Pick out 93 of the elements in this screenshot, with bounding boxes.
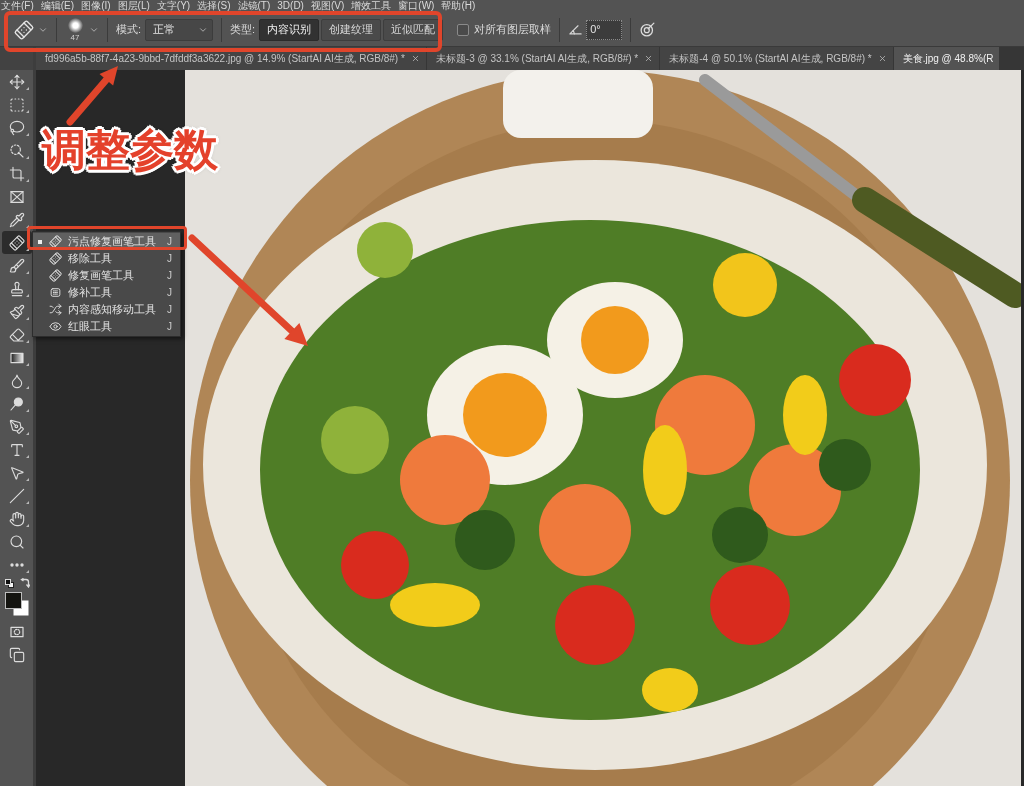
corner-triangle-icon [25, 455, 29, 458]
eyedropper-icon [8, 211, 25, 228]
corner-triangle-icon [25, 179, 29, 182]
corner-triangle-icon [25, 501, 29, 504]
angle-icon [568, 22, 584, 37]
swap-arrow-icon[interactable] [19, 578, 30, 588]
type-label: 类型: [230, 22, 256, 38]
hand-icon [8, 510, 25, 527]
patch-icon [49, 286, 62, 299]
type-icon [8, 441, 25, 458]
menu-item[interactable]: 图层(L) [117, 0, 150, 11]
corner-triangle-icon [25, 524, 29, 527]
pen-nib-icon [8, 418, 25, 435]
bandage-icon [46, 266, 65, 285]
corner-triangle-icon [25, 363, 29, 366]
corner-triangle-icon [25, 271, 29, 274]
segmented-button[interactable]: 内容识别 [259, 18, 320, 41]
menu-item[interactable]: 修复画笔工具 J [33, 267, 180, 284]
corner-triangle-icon [25, 432, 29, 435]
corner-triangle-icon [25, 87, 29, 90]
bandage-icon [46, 249, 65, 268]
segmented-button[interactable]: 创建纹理 [321, 18, 382, 41]
shortcut-label: J [167, 303, 172, 317]
menu-item[interactable]: 窗口(W) [398, 0, 435, 11]
overlapping-windows-icon[interactable] [8, 647, 25, 663]
menu-item[interactable]: 移除工具 J [33, 250, 180, 267]
dashed-square-icon [8, 96, 25, 113]
menu-item[interactable]: 编辑(E) [40, 0, 75, 11]
quick-mask-icon[interactable] [8, 624, 25, 640]
shortcut-label: J [167, 269, 172, 283]
corner-triangle-icon [25, 386, 29, 389]
document-tab[interactable]: 未标题-4 @ 50.1% (StartAI AI生成, RGB/8#) * [660, 47, 893, 70]
menu-item[interactable]: 图像(I) [81, 0, 111, 11]
eraser-icon [8, 326, 25, 343]
line-icon [8, 487, 25, 504]
document-tab[interactable]: 美食.jpg @ 48.8%(R [893, 47, 1000, 70]
menu-item[interactable]: 红眼工具 J [33, 318, 180, 335]
corner-triangle-icon [25, 248, 29, 251]
lollipop-icon [8, 395, 25, 412]
menu-item[interactable]: 帮助(H) [441, 0, 476, 11]
close-icon[interactable] [877, 54, 887, 63]
menu-item[interactable]: 滤镜(T) [237, 0, 271, 11]
pointer-icon [8, 464, 25, 481]
move-icon [8, 73, 25, 90]
mode-dropdown[interactable]: 正常 [145, 18, 214, 41]
corner-triangle-icon [25, 478, 29, 481]
default-colors-icon[interactable] [4, 578, 14, 588]
corner-triangle-icon [25, 409, 29, 412]
document-tab[interactable]: 未标题-3 @ 33.1% (StartAI AI生成, RGB/8#) * [426, 47, 660, 70]
corner-triangle-icon [25, 294, 29, 297]
menu-item[interactable]: 增效工具 [351, 0, 392, 11]
target-with-pen-icon[interactable] [639, 21, 657, 38]
lasso-icon [8, 119, 25, 136]
shortcut-label: J [167, 235, 172, 249]
menu-item[interactable]: 内容感知移动工具 J [33, 301, 180, 318]
brush-icon [8, 257, 25, 274]
close-icon[interactable] [410, 54, 420, 63]
shortcut-label: J [167, 286, 172, 300]
menu-item[interactable]: 修补工具 J [33, 284, 180, 301]
search-icon [8, 533, 25, 550]
segmented-button[interactable]: 近似匹配 [383, 18, 444, 41]
current-tool-marker-icon [38, 239, 42, 244]
shortcut-label: J [167, 252, 172, 266]
menu-item[interactable]: 文件(F) [1, 0, 34, 11]
close-icon[interactable] [644, 54, 654, 63]
ellipsis-icon [9, 562, 24, 567]
angle-input[interactable]: 0° [586, 19, 623, 40]
checkbox-label: 对所有图层取样 [474, 22, 552, 38]
color-swatches-icon[interactable] [4, 592, 29, 616]
crossed-frame-icon [8, 188, 25, 205]
corner-triangle-icon [25, 317, 29, 320]
paintbrush-icon [8, 303, 25, 320]
menu-item[interactable]: 视图(V) [310, 0, 345, 11]
crossed-arrows-icon [49, 303, 62, 316]
mode-label: 模式: [116, 22, 142, 38]
brush-size-label: 47 [70, 32, 80, 42]
annotation-arrow [66, 65, 119, 126]
crop-icon [8, 165, 25, 182]
menu-item[interactable]: 选择(S) [197, 0, 231, 11]
corner-triangle-icon [25, 570, 29, 573]
corner-triangle-icon [25, 340, 29, 343]
corner-triangle-icon [25, 156, 29, 159]
soft-brush-tip-icon[interactable] [67, 17, 83, 33]
checkbox[interactable] [457, 23, 470, 36]
dashed-circle-brush-icon [8, 142, 25, 159]
corner-triangle-icon [25, 110, 29, 113]
tool-button[interactable] [1, 231, 32, 254]
eye-icon [49, 320, 62, 333]
corner-triangle-icon [25, 133, 29, 136]
menu-item[interactable]: 文字(Y) [156, 0, 191, 11]
shortcut-label: J [167, 320, 172, 334]
menu-item[interactable]: 3D(D) [277, 0, 304, 11]
stamp-icon [8, 280, 25, 297]
